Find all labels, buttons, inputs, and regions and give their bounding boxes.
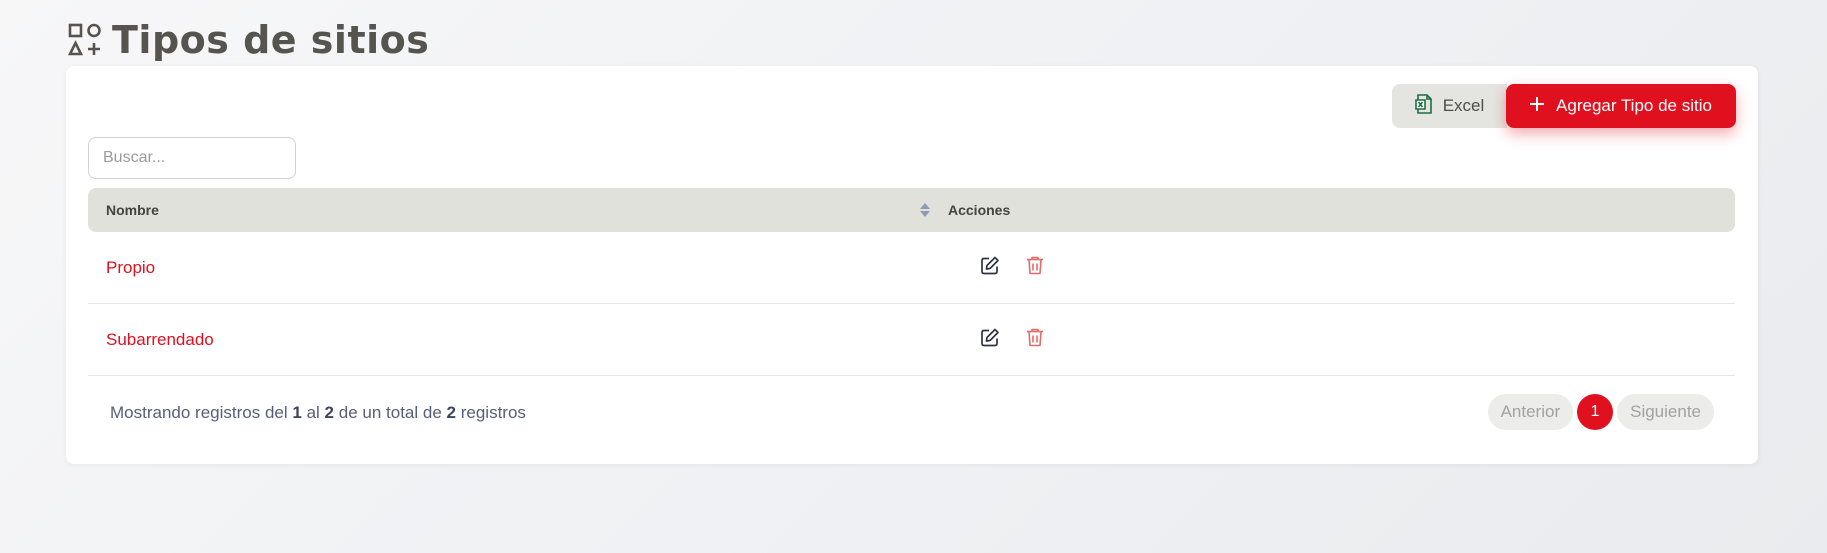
edit-icon[interactable] [980,327,1000,352]
shapes-icon [68,23,102,57]
info-mid2: de un total de [338,403,442,422]
info-to: 2 [324,403,335,422]
site-type-name[interactable]: Propio [106,258,155,278]
column-header-nombre[interactable]: Nombre [106,202,159,218]
info-suffix: registros [460,403,526,422]
search-input[interactable] [88,137,296,179]
edit-icon[interactable] [980,255,1000,280]
add-site-type-button[interactable]: Agregar Tipo de sitio [1506,84,1736,128]
info-from: 1 [292,403,302,422]
page-title: Tipos de sitios [112,18,430,62]
pagination: Anterior 1 Siguiente [1487,394,1714,430]
excel-file-icon [1414,93,1433,119]
sort-icon[interactable] [920,203,930,222]
next-page-button[interactable]: Siguiente [1617,394,1714,430]
page-1-button[interactable]: 1 [1577,394,1614,430]
table-header: Nombre Acciones [88,188,1735,232]
site-types-table: Nombre Acciones Propio Subarrendado [88,188,1735,376]
info-prefix: Mostrando registros del [110,403,288,422]
row-actions [980,327,1044,352]
excel-export-button[interactable]: Excel [1392,84,1507,128]
site-type-name[interactable]: Subarrendado [106,330,214,350]
info-total: 2 [446,403,456,422]
row-actions [980,255,1044,280]
table-row: Subarrendado [88,304,1735,376]
plus-icon [1530,96,1545,116]
toolbar: Excel Agregar Tipo de sitio [1392,84,1736,128]
trash-icon[interactable] [1026,327,1044,352]
page-header: Tipos de sitios [68,18,429,62]
column-header-acciones: Acciones [948,202,1011,218]
excel-label: Excel [1442,96,1485,115]
previous-page-button[interactable]: Anterior [1487,394,1574,430]
content-card: Excel Agregar Tipo de sitio Nombre Accio… [66,66,1758,464]
add-label: Agregar Tipo de sitio [1556,96,1712,115]
info-mid1: al [306,403,320,422]
trash-icon[interactable] [1026,255,1044,280]
records-info: Mostrando registros del 1 al 2 de un tot… [110,403,526,423]
table-row: Propio [88,232,1735,304]
